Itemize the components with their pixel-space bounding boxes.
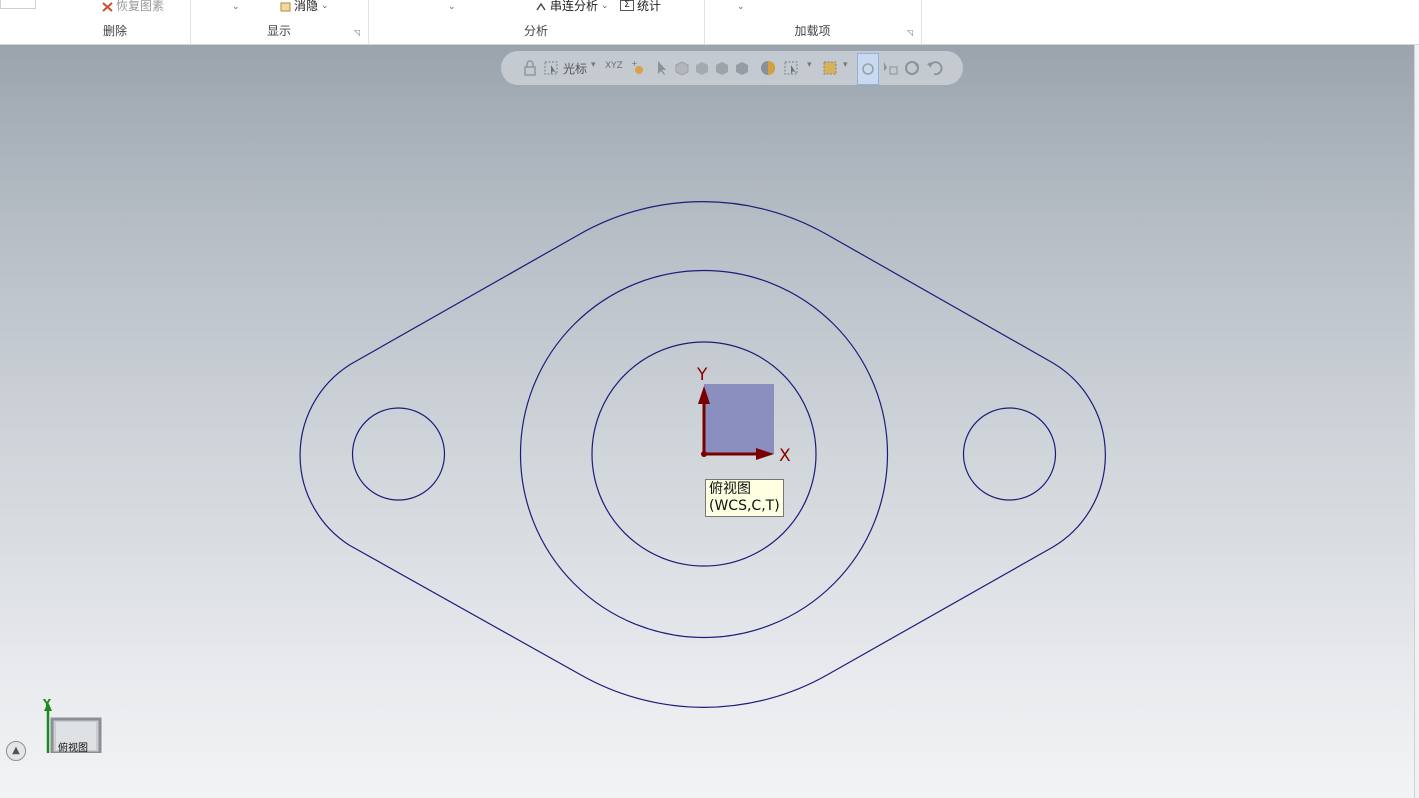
ribbon-group-delete: 恢复图素 删除 [40, 0, 191, 44]
triad-y-label: Y [43, 697, 51, 710]
scroll-up-icon[interactable]: ▲ [6, 741, 26, 761]
dialog-launcher-icon[interactable]: ◹ [354, 29, 362, 37]
tooltip-line-view: 俯视图 [709, 481, 751, 497]
chevron-down-icon[interactable]: ⌄ [737, 2, 745, 12]
y-axis-label: Y [696, 365, 708, 385]
restore-entity-icon [102, 1, 113, 12]
flange-drawing[interactable]: Y X [0, 45, 1419, 798]
wcs-gnomon: Y X [696, 365, 791, 466]
tooltip-line-wcs: (WCS,C,T) [709, 498, 780, 514]
bolt-hole-right [962, 407, 1057, 501]
dialog-launcher-icon[interactable]: ◹ [907, 29, 915, 37]
wcs-plane [704, 384, 774, 454]
ribbon: 恢复图素 删除 ⌄ 消隐 ⌄ 显示 ◹ ⌄ 串连分析 ⌄ Σ 统计 分析 ⌄ 加… [0, 0, 1419, 45]
chevron-down-icon[interactable]: ⌄ [232, 2, 240, 12]
ribbon-left-control[interactable] [0, 0, 36, 9]
restore-entity-label: 恢复图素 [116, 0, 165, 13]
chevron-down-icon[interactable]: ⌄ [448, 2, 456, 12]
group-label-addins: 加载项 [794, 24, 831, 38]
chain-analysis-button[interactable]: 串连分析 ⌄ [536, 0, 609, 14]
hide-label: 消隐 [294, 0, 319, 13]
hide-button[interactable]: 消隐 ⌄ [280, 0, 329, 14]
sigma-statistics-icon: Σ [620, 0, 634, 11]
group-label-display: 显示 [266, 24, 291, 38]
ribbon-group-addins: ⌄ 加载项 ◹ [704, 0, 922, 44]
hide-icon [280, 1, 291, 11]
chain-analysis-icon [536, 1, 547, 11]
ribbon-group-display: ⌄ 消隐 ⌄ 显示 ◹ [190, 0, 369, 44]
graphics-viewport[interactable]: 光标 ▾ XYZ + ▾ ▾ Y X Y 俯视图 ▲ 俯视图 (WCS,C,T) [0, 45, 1419, 798]
view-tooltip: 俯视图 (WCS,C,T) [705, 479, 784, 517]
x-axis-label: X [779, 446, 791, 466]
chevron-down-icon[interactable]: ⌄ [321, 1, 329, 11]
chevron-down-icon[interactable]: ⌄ [601, 1, 609, 11]
bolt-hole-left [351, 407, 446, 501]
view-cube-label[interactable]: 俯视图 [58, 739, 88, 754]
group-label-analysis: 分析 [523, 24, 548, 38]
statistics-button[interactable]: Σ 统计 [620, 0, 661, 14]
statistics-label: 统计 [637, 0, 662, 13]
restore-entity-button[interactable]: 恢复图素 [102, 0, 164, 14]
ribbon-group-analysis: ⌄ 串连分析 ⌄ Σ 统计 分析 [368, 0, 705, 44]
viewport-right-edge [1414, 45, 1419, 798]
chain-analysis-label: 串连分析 [550, 0, 599, 13]
group-label-delete: 删除 [102, 24, 127, 38]
